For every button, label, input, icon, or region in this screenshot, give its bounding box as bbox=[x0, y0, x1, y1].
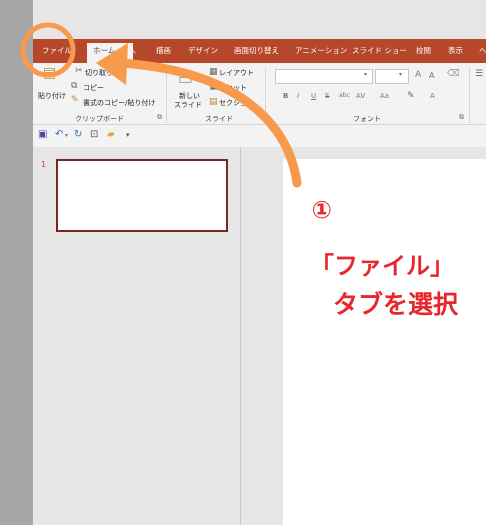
highlight-circle bbox=[20, 22, 76, 78]
callout-line-2: タブを選択 bbox=[332, 290, 458, 319]
pointer-arrow-head bbox=[96, 43, 128, 85]
step-number: ① bbox=[311, 196, 332, 224]
pointer-arrow-shaft bbox=[115, 58, 302, 188]
callout-line-1: 「ファイル」 bbox=[310, 252, 454, 280]
